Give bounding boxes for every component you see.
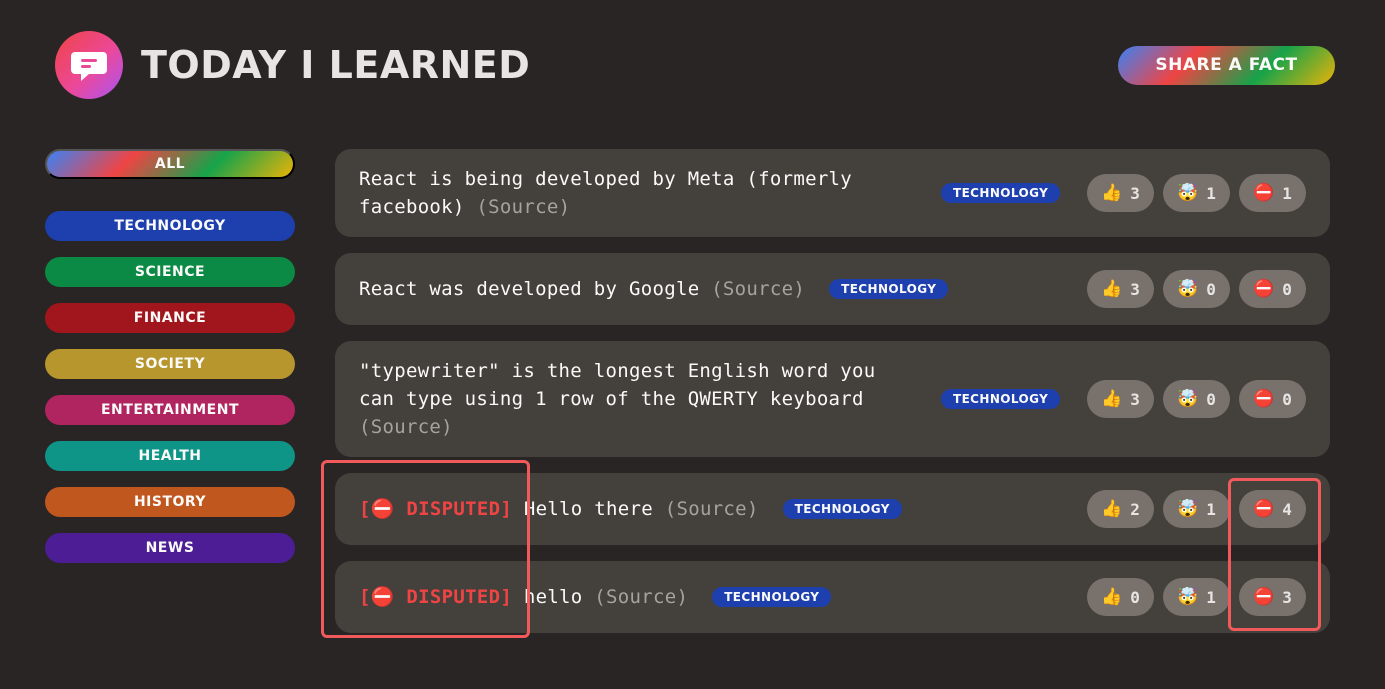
fact-text: React was developed by Google (Source) <box>359 275 805 303</box>
fact-text: [⛔ DISPUTED] hello (Source) <box>359 583 688 611</box>
fact-text: "typewriter" is the longest English word… <box>359 357 919 441</box>
source-link[interactable]: (Source) <box>476 196 570 218</box>
vote-interesting-button[interactable]: 👍 3 <box>1087 174 1154 212</box>
source-link[interactable]: (Source) <box>359 416 453 438</box>
no-entry-icon: ⛔ <box>1253 183 1275 203</box>
vote-count: 1 <box>1282 183 1292 203</box>
thumbs-up-icon: 👍 <box>1101 183 1123 203</box>
fact-text: React is being developed by Meta (former… <box>359 165 919 221</box>
source-link[interactable]: (Source) <box>711 278 805 300</box>
thumbs-up-icon: 👍 <box>1101 389 1123 409</box>
vote-buttons: 👍 2 🤯 1 ⛔ 4 <box>1087 490 1306 528</box>
category-tag: TECHNOLOGY <box>829 279 949 299</box>
vote-buttons: 👍 0 🤯 1 ⛔ 3 <box>1087 578 1306 616</box>
category-tag: TECHNOLOGY <box>941 183 1061 203</box>
category-society-button[interactable]: SOCIETY <box>45 349 295 379</box>
page-title: TODAY I LEARNED <box>141 43 531 87</box>
mind-blown-icon: 🤯 <box>1177 389 1199 409</box>
vote-count: 1 <box>1206 499 1216 519</box>
vote-mindblowing-button[interactable]: 🤯 0 <box>1163 380 1230 418</box>
fact-text: [⛔ DISPUTED] Hello there (Source) <box>359 495 759 523</box>
vote-count: 2 <box>1130 499 1140 519</box>
brand: TODAY I LEARNED <box>55 31 530 99</box>
no-entry-icon: ⛔ <box>1253 279 1275 299</box>
vote-mindblowing-button[interactable]: 🤯 1 <box>1163 578 1230 616</box>
fact-body: React was developed by Google <box>359 278 700 300</box>
fact-body: React is being developed by Meta (former… <box>359 168 853 218</box>
fact-item: [⛔ DISPUTED] Hello there (Source) TECHNOL… <box>335 473 1330 545</box>
source-link[interactable]: (Source) <box>665 498 759 520</box>
vote-count: 0 <box>1206 279 1216 299</box>
mind-blown-icon: 🤯 <box>1177 587 1199 607</box>
fact-item: React was developed by Google (Source) TE… <box>335 253 1330 325</box>
vote-buttons: 👍 3 🤯 0 ⛔ 0 <box>1087 380 1306 418</box>
vote-count: 3 <box>1282 587 1292 607</box>
vote-count: 0 <box>1282 389 1292 409</box>
vote-buttons: 👍 3 🤯 0 ⛔ 0 <box>1087 270 1306 308</box>
vote-false-button[interactable]: ⛔ 0 <box>1239 270 1306 308</box>
vote-mindblowing-button[interactable]: 🤯 0 <box>1163 270 1230 308</box>
mind-blown-icon: 🤯 <box>1177 279 1199 299</box>
category-tag: TECHNOLOGY <box>782 499 902 519</box>
mind-blown-icon: 🤯 <box>1177 499 1199 519</box>
share-fact-button[interactable]: SHARE A FACT <box>1118 45 1335 85</box>
vote-count: 1 <box>1206 183 1216 203</box>
source-link[interactable]: (Source) <box>594 586 688 608</box>
vote-interesting-button[interactable]: 👍 3 <box>1087 270 1154 308</box>
fact-item: "typewriter" is the longest English word… <box>335 341 1330 457</box>
category-health-button[interactable]: HEALTH <box>45 441 295 471</box>
fact-body: hello <box>523 586 583 608</box>
facts-list: React is being developed by Meta (former… <box>335 149 1330 649</box>
disputed-label: [⛔ DISPUTED] <box>359 586 513 608</box>
speech-bubble-icon <box>71 52 107 81</box>
fact-item: React is being developed by Meta (former… <box>335 149 1330 237</box>
vote-count: 1 <box>1206 587 1216 607</box>
category-list: TECHNOLOGY SCIENCE FINANCE SOCIETY ENTERTAIN… <box>45 211 295 563</box>
vote-count: 3 <box>1130 389 1140 409</box>
vote-count: 0 <box>1130 587 1140 607</box>
category-technology-button[interactable]: TECHNOLOGY <box>45 211 295 241</box>
mind-blown-icon: 🤯 <box>1177 183 1199 203</box>
category-entertainment-button[interactable]: ENTERTAINMENT <box>45 395 295 425</box>
vote-false-button[interactable]: ⛔ 1 <box>1239 174 1306 212</box>
app-header: TODAY I LEARNED SHARE A FACT <box>55 30 1335 100</box>
no-entry-icon: ⛔ <box>1253 499 1275 519</box>
vote-buttons: 👍 3 🤯 1 ⛔ 1 <box>1087 174 1306 212</box>
category-news-button[interactable]: NEWS <box>45 533 295 563</box>
category-tag: TECHNOLOGY <box>712 587 832 607</box>
logo <box>55 31 123 99</box>
fact-item: [⛔ DISPUTED] hello (Source) TECHNOLOGY 👍 0 🤯… <box>335 561 1330 633</box>
vote-count: 3 <box>1130 183 1140 203</box>
vote-mindblowing-button[interactable]: 🤯 1 <box>1163 174 1230 212</box>
vote-interesting-button[interactable]: 👍 2 <box>1087 490 1154 528</box>
category-sidebar: ALL TECHNOLOGY SCIENCE FINANCE SOCIETY ENTER… <box>45 149 295 579</box>
vote-false-button[interactable]: ⛔ 3 <box>1239 578 1306 616</box>
thumbs-up-icon: 👍 <box>1101 587 1123 607</box>
category-science-button[interactable]: SCIENCE <box>45 257 295 287</box>
no-entry-icon: ⛔ <box>1253 587 1275 607</box>
vote-count: 3 <box>1130 279 1140 299</box>
category-finance-button[interactable]: FINANCE <box>45 303 295 333</box>
fact-body: "typewriter" is the longest English word… <box>359 360 876 410</box>
vote-count: 4 <box>1282 499 1292 519</box>
no-entry-icon: ⛔ <box>1253 389 1275 409</box>
vote-interesting-button[interactable]: 👍 3 <box>1087 380 1154 418</box>
fact-body: Hello there <box>523 498 653 520</box>
vote-false-button[interactable]: ⛔ 0 <box>1239 380 1306 418</box>
vote-mindblowing-button[interactable]: 🤯 1 <box>1163 490 1230 528</box>
category-tag: TECHNOLOGY <box>941 389 1061 409</box>
thumbs-up-icon: 👍 <box>1101 499 1123 519</box>
thumbs-up-icon: 👍 <box>1101 279 1123 299</box>
vote-interesting-button[interactable]: 👍 0 <box>1087 578 1154 616</box>
vote-false-button[interactable]: ⛔ 4 <box>1239 490 1306 528</box>
disputed-label: [⛔ DISPUTED] <box>359 498 513 520</box>
category-all-button[interactable]: ALL <box>45 149 295 179</box>
category-history-button[interactable]: HISTORY <box>45 487 295 517</box>
vote-count: 0 <box>1282 279 1292 299</box>
vote-count: 0 <box>1206 389 1216 409</box>
